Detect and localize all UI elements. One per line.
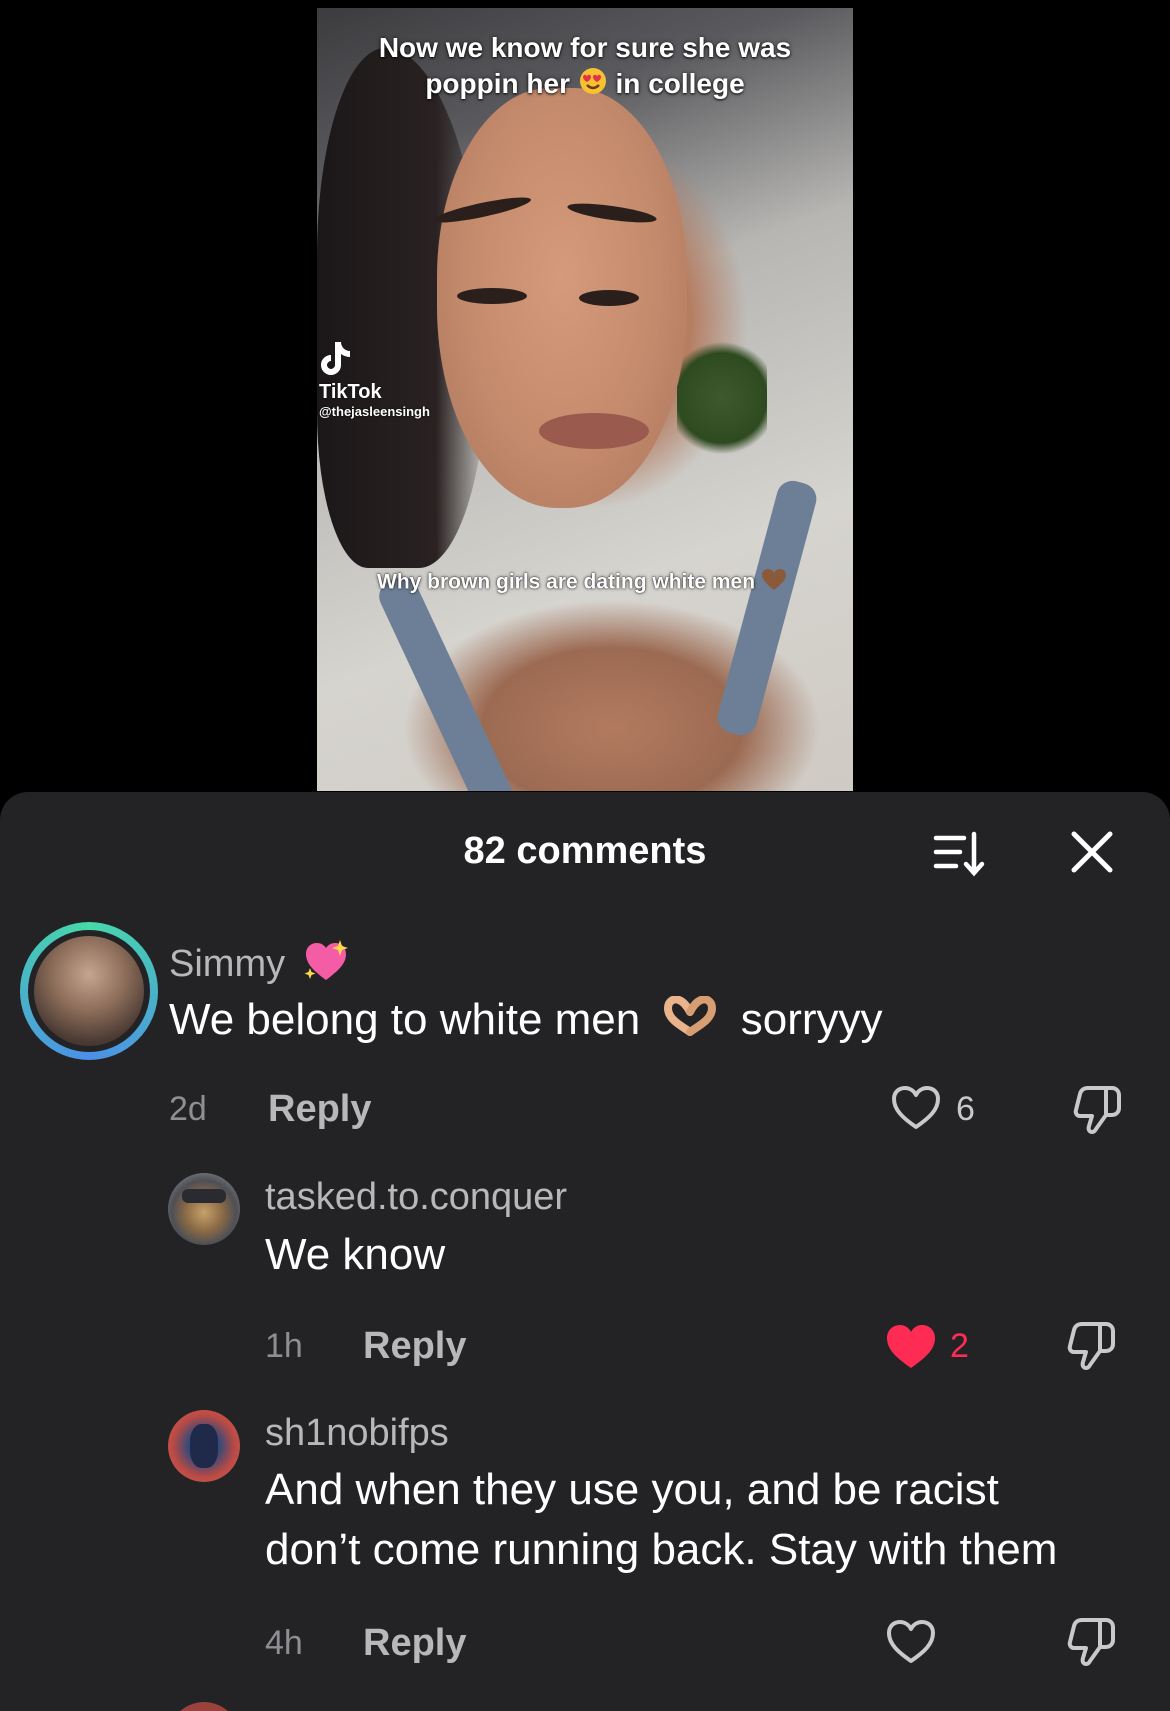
reply-button[interactable]: Reply — [363, 1325, 466, 1368]
comment-time: 1h — [265, 1327, 303, 1365]
thumbs-down-icon — [1067, 1322, 1115, 1370]
tiktok-handle: @thejasleensingh — [319, 404, 430, 419]
avatar[interactable] — [20, 922, 158, 1060]
comment-time: 4h — [265, 1624, 303, 1662]
dislike-button[interactable] — [1072, 1082, 1124, 1141]
thumbs-down-icon — [1073, 1086, 1121, 1134]
video-caption-middle: Why brown girls are dating white men — [377, 568, 787, 598]
brown-heart-icon — [761, 568, 787, 598]
tiktok-wordmark: TikTok — [319, 381, 382, 403]
video-frame-detail — [539, 413, 649, 449]
dislike-button[interactable] — [1066, 1614, 1118, 1673]
like-button[interactable] — [890, 1084, 942, 1137]
comment-username[interactable]: tasked.to.conquer — [265, 1176, 567, 1219]
comment-username[interactable]: sh1nobifps — [265, 1412, 449, 1455]
like-count: 2 — [950, 1327, 969, 1365]
video-frame-detail — [373, 571, 521, 791]
video-frame-detail — [457, 288, 527, 304]
caption-line-2-start: poppin her — [425, 68, 570, 99]
video-player[interactable]: Now we know for sure she was poppin her … — [317, 8, 853, 791]
avatar-image — [34, 936, 144, 1046]
caption-line-1: Now we know for sure she was — [378, 32, 792, 63]
caption-line-2-end: in college — [615, 68, 745, 99]
tiktok-note-icon — [319, 338, 430, 381]
comment-text-line-1: And when they use you, and be racist — [265, 1465, 999, 1514]
caption-middle-text: Why brown girls are dating white men — [377, 570, 756, 594]
video-frame-detail — [714, 477, 820, 739]
comment-text-end: sorryyy — [740, 995, 883, 1044]
comment-username[interactable]: Simmy — [169, 938, 350, 994]
comment-item: Simmy We belong to white men sorryyy 2d … — [0, 792, 1170, 1134]
video-frame-detail — [677, 338, 767, 458]
username-text: Simmy — [169, 943, 286, 986]
heart-filled-icon — [887, 1325, 935, 1368]
comments-panel: 82 comments Simmy We belong to white men… — [0, 792, 1170, 1711]
reply-button[interactable]: Reply — [268, 1088, 371, 1131]
heart-outline-icon — [887, 1620, 935, 1663]
reply-button[interactable]: Reply — [363, 1622, 466, 1665]
heart-hands-icon — [662, 992, 718, 1052]
video-caption-top: Now we know for sure she was poppin her … — [317, 30, 853, 105]
like-button[interactable] — [884, 1322, 938, 1377]
thumbs-down-icon — [1067, 1618, 1115, 1666]
next-comment-avatar-partial — [168, 1702, 240, 1711]
comment-time: 2d — [169, 1090, 207, 1128]
avatar[interactable] — [168, 1173, 240, 1245]
avatar-image — [190, 1424, 218, 1468]
video-frame-detail — [579, 290, 639, 306]
screen: Now we know for sure she was poppin her … — [0, 0, 1170, 1711]
comment-text-line-2: don’t come running back. Stay with them — [265, 1525, 1058, 1574]
heart-outline-icon — [892, 1086, 940, 1129]
comment-text-start: We belong to white men — [169, 995, 641, 1044]
comment-text: We belong to white men sorryyy — [169, 990, 883, 1052]
tiktok-watermark: TikTok @thejasleensingh — [319, 338, 430, 419]
sparkling-heart-icon — [302, 938, 350, 994]
comment-text: And when they use you, and be racist don… — [265, 1460, 1057, 1580]
like-count: 6 — [956, 1090, 975, 1128]
like-button[interactable] — [885, 1618, 937, 1671]
avatar[interactable] — [168, 1410, 240, 1482]
dislike-button[interactable] — [1066, 1318, 1118, 1377]
heart-eyes-emoji-icon — [578, 66, 608, 105]
avatar-image — [182, 1189, 226, 1203]
comment-text: We know — [265, 1230, 446, 1279]
caption-line-2: poppin her in college — [317, 66, 853, 105]
